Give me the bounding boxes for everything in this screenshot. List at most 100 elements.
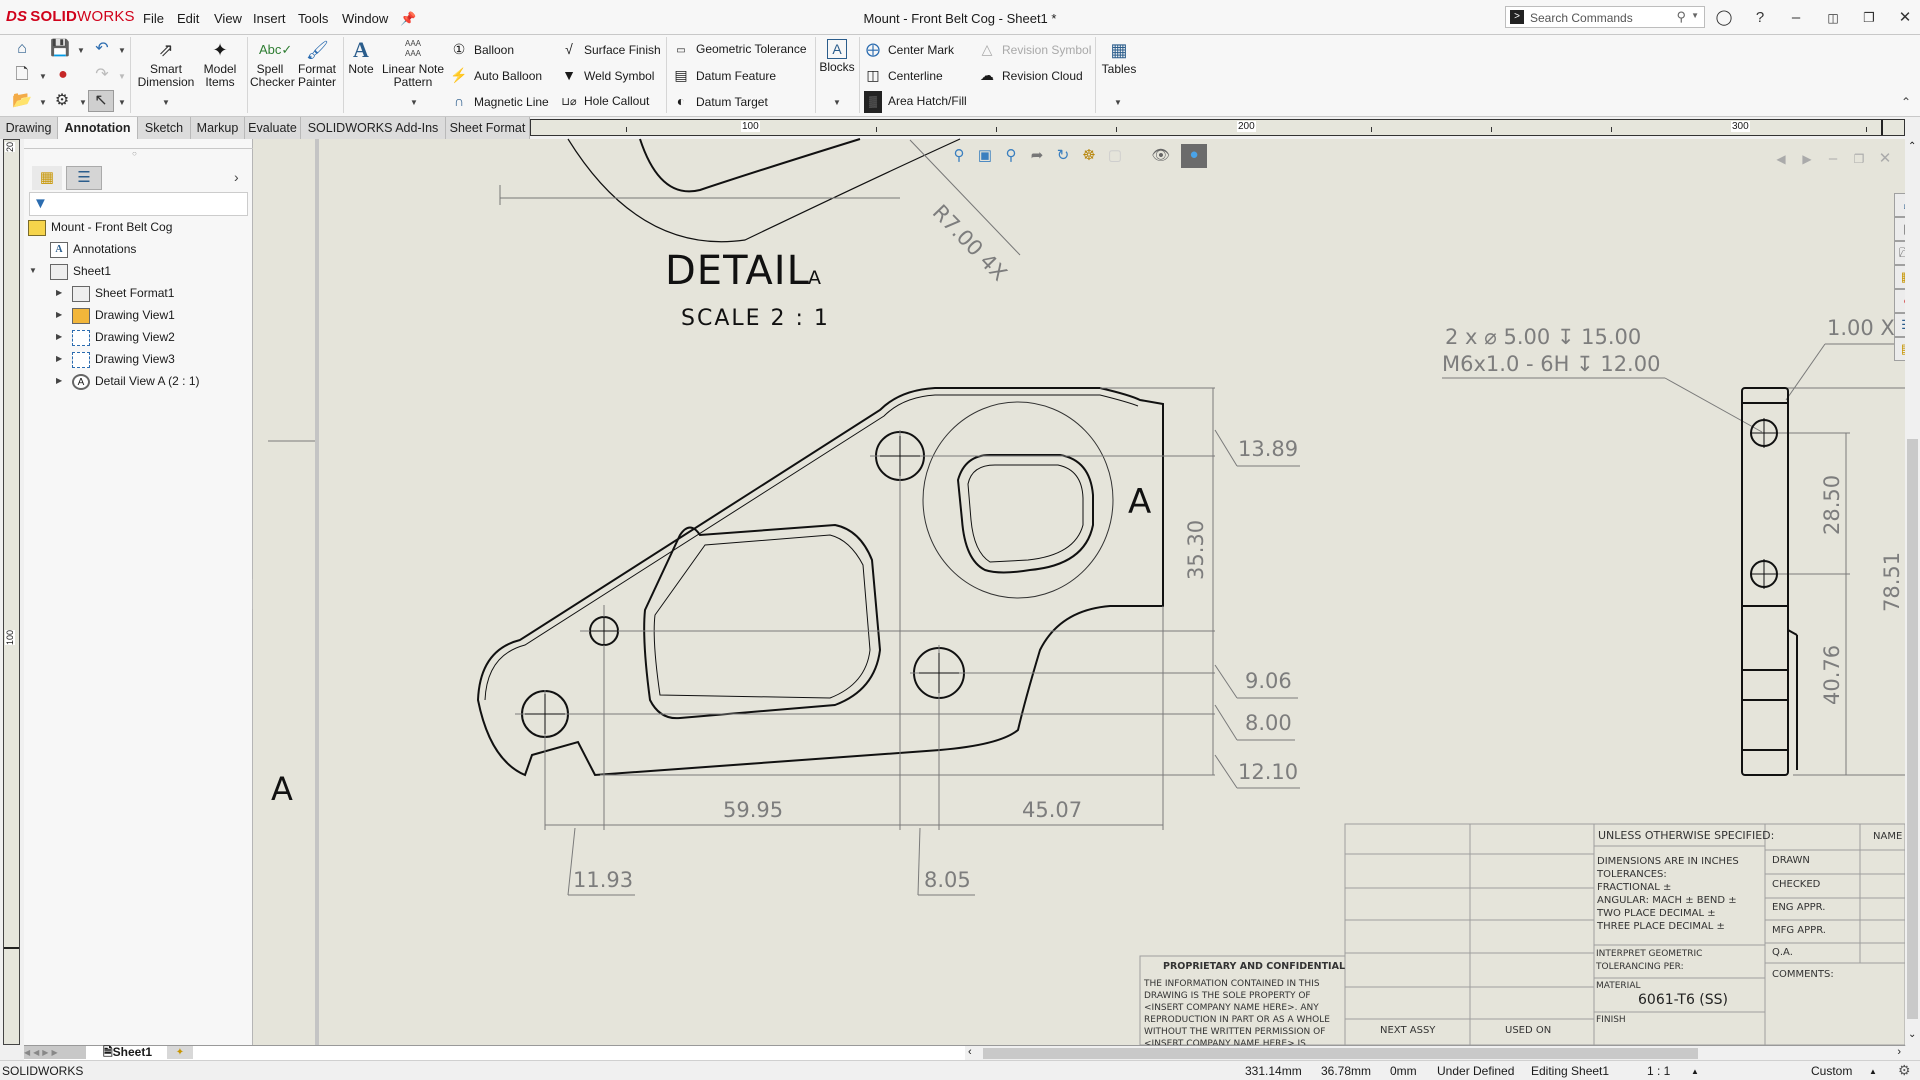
horizontal-scrollbar[interactable]: ‹ › (965, 1045, 1905, 1060)
previous-document-icon[interactable]: ◀ (1770, 148, 1792, 170)
name-header: NAME (1873, 831, 1903, 842)
detail-scale-label[interactable]: SCALE 2 : 1 (681, 306, 830, 331)
dimension-12-10[interactable]: 12.10 (1238, 760, 1298, 784)
unit-system-dropdown-icon[interactable]: ▲ (1869, 1067, 1877, 1076)
zone-letter: A (271, 770, 293, 808)
proprietary-line: REPRODUCTION IN PART OR AS A WHOLE (1144, 1015, 1330, 1025)
sheet-tab-sheet1[interactable]: 🗎Sheet1 (99, 1045, 157, 1059)
dimensions-in-label: DIMENSIONS ARE IN INCHES (1597, 856, 1739, 867)
proprietary-line: WITHOUT THE WRITTEN PERMISSION OF (1144, 1027, 1326, 1037)
leader-line (1214, 429, 1238, 467)
role-drawn: DRAWN (1772, 855, 1810, 866)
hide-show-items-icon[interactable]: 👁 (1150, 145, 1172, 167)
rebuild-status-icon[interactable]: ⚙ (1898, 1062, 1911, 1079)
detail-circle-outline (567, 138, 961, 243)
next-document-icon[interactable]: ▶ (1796, 148, 1818, 170)
material-value[interactable]: 6061-T6 (SS) (1638, 992, 1728, 1008)
redraw-icon[interactable]: ↻ (1052, 145, 1074, 167)
dimension-45-07[interactable]: 45.07 (1022, 798, 1082, 822)
detail-letter[interactable]: A (808, 267, 821, 289)
sheet-icon: 🗎 (103, 1045, 113, 1059)
interpret-label: INTERPRET GEOMETRIC (1596, 949, 1703, 959)
add-sheet-icon[interactable]: ✦ (167, 1046, 193, 1059)
dimension-35-30[interactable]: 35.30 (1184, 520, 1208, 580)
doc-restore-icon[interactable]: ❐ (1848, 148, 1870, 170)
part-offset-outline (484, 394, 1139, 701)
dimension-11-93[interactable]: 11.93 (573, 868, 633, 892)
sheet-scale-dropdown-icon[interactable]: ▲ (1691, 1067, 1699, 1076)
dimension-28-50[interactable]: 28.50 (1820, 475, 1844, 535)
vertical-scroll-thumb[interactable] (1907, 439, 1918, 1019)
role-checked: CHECKED (1772, 879, 1821, 890)
side-view-edge (1787, 629, 1798, 636)
tolerances-label: TOLERANCES: (1597, 869, 1667, 880)
detail-slot-outline (639, 138, 861, 193)
dimension-40-76[interactable]: 40.76 (1820, 645, 1844, 705)
fractional-label: FRACTIONAL ± (1597, 882, 1672, 893)
detail-callout-letter[interactable]: A (1128, 482, 1151, 522)
status-definition-state: Under Defined (1437, 1064, 1515, 1078)
leader-line (1664, 377, 1763, 433)
proprietary-line: <INSERT COMPANY NAME HERE>. ANY (1144, 1003, 1319, 1013)
status-bar: SOLIDWORKS 331.14mm 36.78mm 0mm Under De… (0, 1060, 1920, 1080)
display-style-icon[interactable]: ▢ (1104, 145, 1126, 167)
status-x-coordinate: 331.14mm (1245, 1064, 1302, 1078)
scroll-left-icon[interactable]: ‹ (968, 1046, 972, 1058)
view-setting-icon[interactable]: ☸ (1078, 145, 1100, 167)
horizontal-scroll-thumb[interactable] (983, 1048, 1698, 1059)
role-mfg-appr: MFG APPR. (1772, 925, 1826, 936)
sheet-tab-bar: ◀◀▶▶ 🗎Sheet1 ✦ (24, 1045, 965, 1060)
chamfer-note[interactable]: 1.00 X (1827, 316, 1895, 340)
scroll-right-icon[interactable]: › (1897, 1046, 1901, 1058)
hole-callout-line1[interactable]: 2 x ⌀ 5.00 ↧ 15.00 (1445, 325, 1641, 349)
two-place-label: TWO PLACE DECIMAL ± (1597, 908, 1716, 919)
hole-callout-line2[interactable]: M6x1.0 - 6H ↧ 12.00 (1442, 352, 1660, 376)
pocket-left-inner (653, 534, 871, 699)
apply-scene-icon[interactable]: ● (1181, 144, 1207, 168)
dimension-59-95[interactable]: 59.95 (723, 798, 783, 822)
role-eng-appr: ENG APPR. (1772, 902, 1826, 913)
dimension-13-89[interactable]: 13.89 (1238, 437, 1298, 461)
proprietary-title: PROPRIETARY AND CONFIDENTIAL (1163, 961, 1345, 972)
dimension-8-00[interactable]: 8.00 (1245, 711, 1292, 735)
three-place-label: THREE PLACE DECIMAL ± (1597, 921, 1725, 932)
role-qa: Q.A. (1772, 947, 1793, 958)
proprietary-line: DRAWING IS THE SOLE PROPERTY OF (1144, 991, 1311, 1001)
status-unit-system[interactable]: Custom (1811, 1064, 1852, 1078)
detail-title[interactable]: DETAIL (665, 248, 810, 294)
proprietary-line: THE INFORMATION CONTAINED IN THIS (1144, 979, 1320, 989)
scroll-down-icon[interactable]: ⌄ (1908, 1029, 1916, 1040)
leader-line (1785, 343, 1826, 401)
previous-view-icon[interactable]: ➦ (1026, 145, 1048, 167)
dimension-78-51[interactable]: 78.51 (1880, 552, 1904, 612)
doc-close-icon[interactable]: ✕ (1874, 148, 1896, 170)
leader-line (1214, 664, 1238, 699)
status-sheet-scale[interactable]: 1 : 1 (1647, 1064, 1670, 1078)
dimension-8-05[interactable]: 8.05 (924, 868, 971, 892)
detail-circle (922, 401, 1114, 599)
vertical-scrollbar[interactable]: ⌃ ⌄ (1905, 139, 1920, 1045)
finish-label: FINISH (1596, 1015, 1626, 1025)
status-editing-mode: Editing Sheet1 (1531, 1064, 1610, 1078)
status-z-coordinate: 0mm (1390, 1064, 1417, 1078)
leader-line (1214, 754, 1238, 789)
material-label: MATERIAL (1596, 981, 1641, 991)
unless-specified-label: UNLESS OTHERWISE SPECIFIED: (1598, 829, 1775, 842)
next-assy-label: NEXT ASSY (1380, 1025, 1436, 1036)
doc-minimize-icon[interactable]: – (1822, 148, 1844, 170)
used-on-label: USED ON (1505, 1025, 1552, 1036)
sheet-navigation-arrows-icon[interactable]: ◀◀▶▶ (24, 1046, 86, 1059)
role-comments: COMMENTS: (1772, 969, 1834, 980)
status-app-name: SOLIDWORKS (2, 1064, 84, 1078)
zoom-to-area-icon[interactable]: ▣ (974, 145, 996, 167)
tolerancing-per-label: TOLERANCING PER: (1596, 962, 1684, 972)
leader-line (917, 827, 921, 896)
part-outline (476, 387, 1164, 777)
zoom-to-selection-icon[interactable]: ⚲ (1000, 145, 1022, 167)
status-y-coordinate: 36.78mm (1321, 1064, 1372, 1078)
zoom-to-fit-icon[interactable]: ⚲ (948, 145, 970, 167)
pocket-left (643, 523, 882, 720)
dimension-9-06[interactable]: 9.06 (1245, 669, 1292, 693)
scroll-up-icon[interactable]: ⌃ (1908, 141, 1916, 152)
angular-label: ANGULAR: MACH ± BEND ± (1597, 895, 1737, 906)
